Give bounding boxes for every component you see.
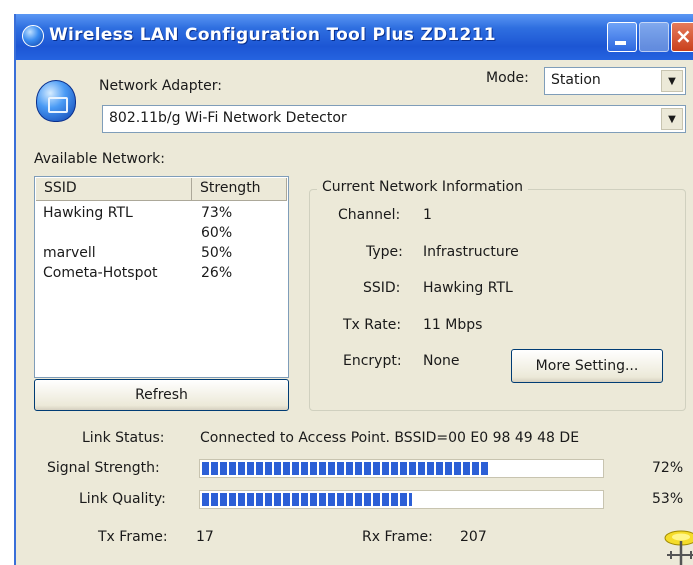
tx-rate-value: 11 Mbps bbox=[423, 317, 483, 333]
network-strength: 73% bbox=[201, 205, 233, 221]
ssid-value: Hawking RTL bbox=[423, 280, 513, 296]
link-quality-label: Link Quality: bbox=[79, 491, 166, 507]
list-item[interactable]: 60% bbox=[43, 225, 283, 245]
available-network-label: Available Network: bbox=[34, 151, 165, 167]
rx-frame-label: Rx Frame: bbox=[362, 529, 433, 545]
tx-rate-label: Tx Rate: bbox=[343, 317, 402, 333]
antenna-signal-icon bbox=[664, 530, 693, 565]
column-header-ssid[interactable]: SSID bbox=[36, 178, 192, 201]
window-title: Wireless LAN Configuration Tool Plus ZD1… bbox=[49, 25, 496, 45]
network-adapter-value: 802.11b/g Wi-Fi Network Detector bbox=[109, 110, 347, 126]
chevron-down-icon[interactable]: ▼ bbox=[661, 108, 683, 130]
more-setting-button-label: More Setting... bbox=[535, 358, 639, 374]
signal-strength-fill bbox=[202, 462, 488, 475]
network-ssid: Hawking RTL bbox=[43, 205, 133, 221]
rx-frame-value: 207 bbox=[460, 529, 487, 545]
network-strength: 26% bbox=[201, 265, 233, 281]
more-setting-button[interactable]: More Setting... bbox=[511, 349, 663, 383]
network-ssid: Cometa-Hotspot bbox=[43, 265, 158, 281]
maximize-button[interactable] bbox=[639, 22, 669, 52]
network-adapter-icon bbox=[36, 80, 76, 122]
signal-strength-label: Signal Strength: bbox=[47, 460, 160, 476]
tx-frame-label: Tx Frame: bbox=[98, 529, 168, 545]
type-value: Infrastructure bbox=[423, 244, 519, 260]
refresh-button[interactable]: Refresh bbox=[34, 379, 289, 411]
link-quality-fill bbox=[202, 493, 412, 506]
wireless-globe-icon bbox=[22, 25, 44, 47]
config-window: Wireless LAN Configuration Tool Plus ZD1… bbox=[14, 14, 693, 565]
link-status-label: Link Status: bbox=[82, 430, 165, 446]
type-label: Type: bbox=[366, 244, 403, 260]
column-header-ssid-label: SSID bbox=[44, 180, 77, 196]
ssid-label: SSID: bbox=[363, 280, 401, 296]
list-item[interactable]: Cometa-Hotspot 26% bbox=[43, 265, 283, 285]
signal-strength-bar bbox=[199, 459, 604, 478]
network-ssid: marvell bbox=[43, 245, 96, 261]
minimize-button[interactable] bbox=[607, 22, 637, 52]
channel-label: Channel: bbox=[338, 207, 401, 223]
list-item[interactable]: Hawking RTL 73% bbox=[43, 205, 283, 225]
column-header-strength-label: Strength bbox=[200, 180, 261, 196]
network-strength: 50% bbox=[201, 245, 233, 261]
list-item[interactable]: marvell 50% bbox=[43, 245, 283, 265]
encrypt-label: Encrypt: bbox=[343, 353, 402, 369]
mode-value: Station bbox=[551, 72, 601, 88]
tx-frame-value: 17 bbox=[196, 529, 214, 545]
link-quality-value: 53% bbox=[652, 491, 684, 507]
close-button[interactable]: × bbox=[671, 22, 693, 52]
signal-strength-value: 72% bbox=[652, 460, 684, 476]
chevron-down-icon[interactable]: ▼ bbox=[661, 70, 683, 92]
network-adapter-select[interactable]: 802.11b/g Wi-Fi Network Detector ▼ bbox=[102, 105, 686, 133]
title-bar[interactable]: Wireless LAN Configuration Tool Plus ZD1… bbox=[16, 14, 693, 60]
refresh-button-label: Refresh bbox=[135, 387, 188, 403]
close-icon: × bbox=[675, 24, 692, 48]
mode-label: Mode: bbox=[486, 70, 529, 86]
current-network-title: Current Network Information bbox=[317, 179, 528, 195]
network-strength: 60% bbox=[201, 225, 233, 241]
link-status-value: Connected to Access Point. BSSID=00 E0 9… bbox=[200, 430, 580, 446]
encrypt-value: None bbox=[423, 353, 460, 369]
column-header-strength[interactable]: Strength bbox=[192, 178, 287, 201]
network-adapter-label: Network Adapter: bbox=[99, 78, 222, 94]
mode-select[interactable]: Station ▼ bbox=[544, 67, 686, 95]
link-quality-bar bbox=[199, 490, 604, 509]
channel-value: 1 bbox=[423, 207, 432, 223]
available-network-list[interactable]: SSID Strength Hawking RTL 73% 60% marvel… bbox=[34, 176, 289, 378]
